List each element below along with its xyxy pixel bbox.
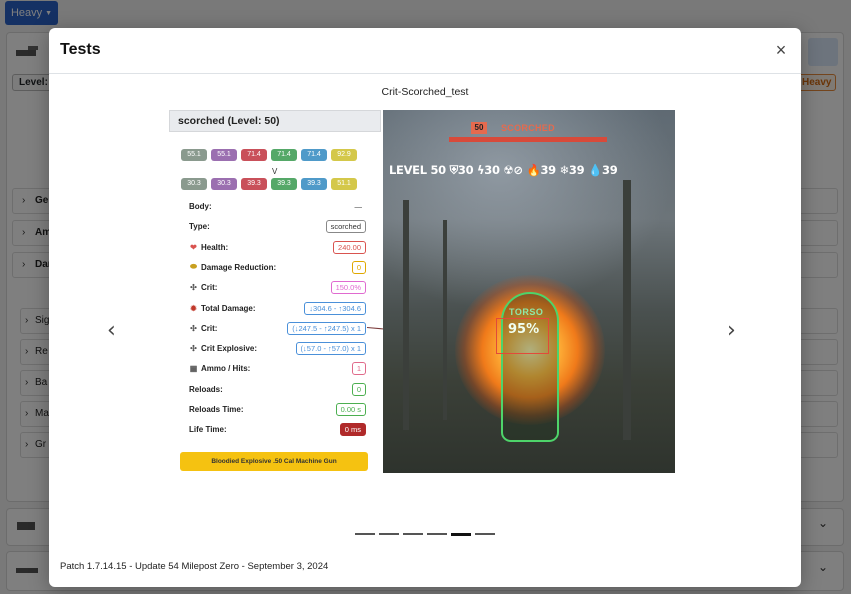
ammo-icon: ▦ bbox=[189, 364, 198, 374]
crosshair-icon: ✣ bbox=[190, 323, 197, 333]
stat-label: Type: bbox=[189, 222, 210, 232]
crosshair-icon: ✣ bbox=[190, 344, 197, 354]
stat-key: ✣ Crit Explosive: bbox=[189, 344, 257, 353]
stat-label: Damage Reduction: bbox=[201, 262, 277, 272]
carousel-indicator[interactable] bbox=[403, 533, 423, 535]
stat-key: ✹ Total Damage: bbox=[189, 303, 256, 313]
stat-label: Crit Explosive: bbox=[201, 344, 258, 354]
stat-key: Reloads Time: bbox=[189, 405, 244, 414]
carousel-indicator[interactable] bbox=[355, 533, 375, 535]
resist-badge: 30.3 bbox=[181, 178, 207, 190]
stat-value: 150.0% bbox=[330, 281, 366, 295]
stat-value: 1 bbox=[351, 362, 366, 376]
stat-row: ✹ Total Damage: ↓304.6 - ↑304.6 bbox=[189, 301, 366, 316]
enemy-level-box: 50 bbox=[471, 122, 487, 134]
stat-label: Crit: bbox=[201, 283, 218, 293]
stat-panel: scorched (Level: 50) 55.1 55.1 71.4 71.4 71.… bbox=[169, 110, 381, 473]
resist-row-1: 55.1 55.1 71.4 71.4 71.4 92.9 bbox=[181, 149, 357, 161]
shield-icon: ⬬ bbox=[190, 262, 197, 272]
stat-label: Reloads: bbox=[189, 384, 223, 394]
torso-label: TORSO bbox=[509, 307, 544, 317]
resist-badge: 39.3 bbox=[241, 178, 267, 190]
stat-row: ✣ Crit Explosive: (↓57.0 - ↑57.0) x 1 bbox=[189, 341, 366, 356]
resist-badge: 39.3 bbox=[271, 178, 297, 190]
enemy-resist-line: LEVEL 50 ⛨30 ϟ30 ☢⊘ 🔥39 ❄39 💧39 bbox=[389, 163, 618, 177]
stat-key: ⬬ Damage Reduction: bbox=[189, 262, 276, 272]
stat-row: ▦ Ammo / Hits: 1 bbox=[189, 361, 366, 376]
stat-key: Life Time: bbox=[189, 425, 227, 434]
stat-row: Type: scorched bbox=[189, 219, 366, 234]
enemy-name: SCORCHED bbox=[501, 123, 555, 133]
heart-icon: ❤ bbox=[190, 242, 197, 252]
stat-label: Life Time: bbox=[189, 425, 227, 435]
stat-label: Ammo / Hits: bbox=[201, 364, 251, 374]
explosion-icon: ✹ bbox=[190, 303, 197, 313]
game-screenshot: 50 SCORCHED LEVEL 50 ⛨30 ϟ30 ☢⊘ 🔥39 ❄39 … bbox=[383, 110, 675, 473]
carousel-prev-button[interactable]: ‹ bbox=[107, 318, 116, 343]
tests-modal: Tests × Crit-Scorched_test ‹ › scorched … bbox=[49, 28, 801, 587]
resist-badge: 30.3 bbox=[211, 178, 237, 190]
stat-value: 240.00 bbox=[333, 240, 366, 254]
carousel-indicators bbox=[355, 533, 495, 536]
carousel-indicator[interactable] bbox=[451, 533, 471, 536]
resist-badge: 71.4 bbox=[271, 149, 297, 161]
patch-note: Patch 1.7.14.15 - Update 54 Milepost Zer… bbox=[60, 561, 329, 572]
stat-row: ⬬ Damage Reduction: 0 bbox=[189, 260, 366, 275]
stat-key: ❤ Health: bbox=[189, 243, 228, 252]
stat-value: — bbox=[350, 201, 366, 212]
close-icon[interactable]: × bbox=[771, 40, 791, 60]
resist-badge: 55.1 bbox=[181, 149, 207, 161]
stat-row: Reloads Time: 0.00 s bbox=[189, 402, 366, 417]
carousel-image: scorched (Level: 50) 55.1 55.1 71.4 71.4 71.… bbox=[169, 110, 675, 473]
stat-value: 0.00 s bbox=[335, 403, 366, 416]
stat-key: ✣ Crit: bbox=[189, 283, 217, 292]
stat-row: ✣ Crit: 150.0% bbox=[189, 280, 366, 295]
resist-row-2: 30.3 30.3 39.3 39.3 39.3 51.1 bbox=[181, 178, 357, 190]
carousel-indicator[interactable] bbox=[379, 533, 399, 535]
stat-value: 0 ms bbox=[339, 423, 366, 437]
weapon-name-bar: Bloodied Explosive .50 Cal Machine Gun bbox=[180, 452, 368, 471]
carousel-next-button[interactable]: › bbox=[727, 318, 736, 343]
stat-panel-header: scorched (Level: 50) bbox=[169, 110, 381, 132]
vs-label: V bbox=[272, 167, 278, 176]
resist-badge: 39.3 bbox=[301, 178, 327, 190]
stat-key: Type: bbox=[189, 222, 210, 231]
stat-label: Total Damage: bbox=[201, 303, 256, 313]
resist-badge: 71.4 bbox=[301, 149, 327, 161]
stat-key: Body: bbox=[189, 202, 212, 211]
stat-value: ↓304.6 - ↑304.6 bbox=[304, 301, 366, 315]
resist-badge: 55.1 bbox=[211, 149, 237, 161]
carousel-indicator[interactable] bbox=[475, 533, 495, 535]
stat-key: ✣ Crit: bbox=[189, 324, 217, 333]
stat-label: Body: bbox=[189, 202, 212, 211]
stat-key: Reloads: bbox=[189, 385, 223, 394]
tree-trunk bbox=[623, 180, 631, 440]
modal-title: Tests bbox=[60, 41, 101, 58]
carousel-indicator[interactable] bbox=[427, 533, 447, 535]
resist-badge: 92.9 bbox=[331, 149, 357, 161]
crosshair-icon: ✣ bbox=[190, 283, 197, 293]
resist-badge: 51.1 bbox=[331, 178, 357, 190]
stat-label: Health: bbox=[201, 242, 229, 252]
stat-row: Life Time: 0 ms bbox=[189, 422, 366, 437]
stat-value: 0 bbox=[351, 260, 366, 274]
stat-value: scorched bbox=[325, 220, 366, 234]
image-caption: Crit-Scorched_test bbox=[381, 86, 469, 98]
enemy-health-bar bbox=[449, 137, 607, 142]
stat-value: 0 bbox=[351, 382, 366, 396]
tree-trunk bbox=[443, 220, 447, 420]
stat-label: Reloads Time: bbox=[189, 405, 244, 414]
target-box bbox=[496, 318, 549, 354]
stat-row: Body: — bbox=[189, 199, 366, 214]
stat-row: Reloads: 0 bbox=[189, 382, 366, 397]
stat-label: Crit: bbox=[201, 323, 218, 333]
stat-row: ✣ Crit: (↓247.5 - ↑247.5) x 1 bbox=[189, 321, 366, 336]
resist-badge: 71.4 bbox=[241, 149, 267, 161]
tree-trunk bbox=[403, 200, 409, 430]
stat-value: (↓57.0 - ↑57.0) x 1 bbox=[295, 342, 366, 356]
stat-key: ▦ Ammo / Hits: bbox=[189, 364, 251, 374]
stat-row: ❤ Health: 240.00 bbox=[189, 240, 366, 255]
stat-value: (↓247.5 - ↑247.5) x 1 bbox=[287, 321, 366, 335]
modal-header: Tests × bbox=[49, 28, 801, 74]
